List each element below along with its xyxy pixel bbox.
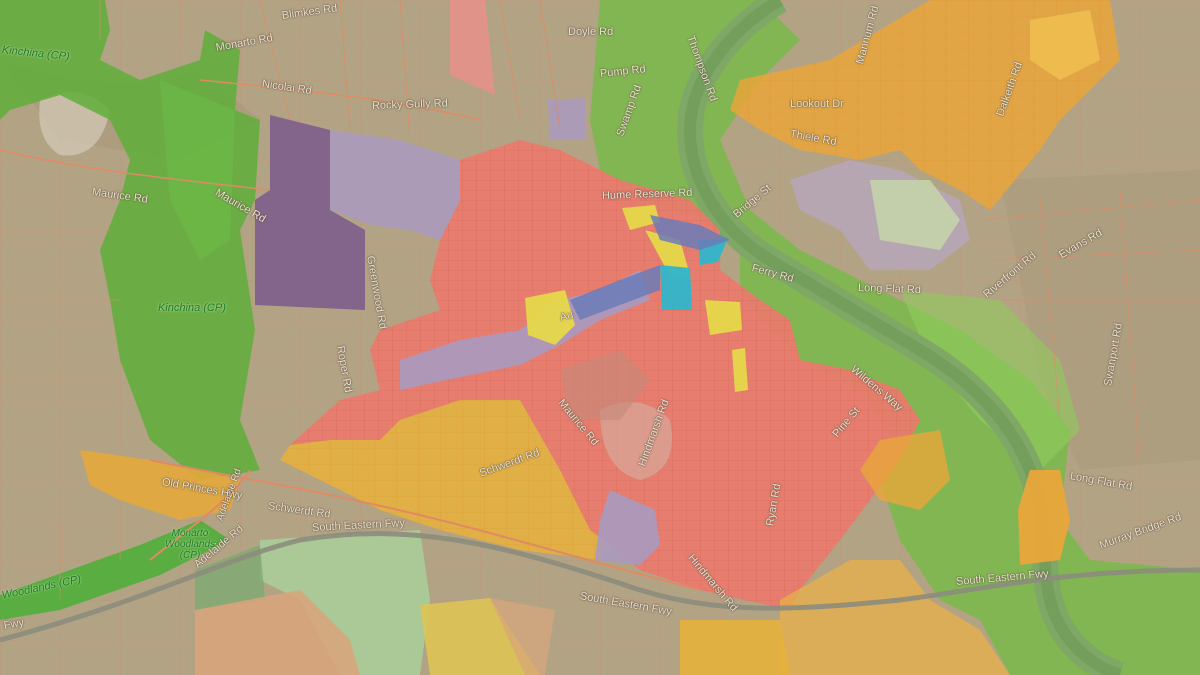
road-label-long-flat: Long Flat Rd <box>857 282 922 297</box>
commercial-zone-1[interactable] <box>660 265 692 310</box>
neighbourhood-zone-river-east[interactable] <box>1018 470 1070 565</box>
park-label-kinchina-south: Kinchina (CP) <box>158 302 226 314</box>
neighbourhood-zone-south-yellow[interactable] <box>680 620 790 675</box>
road-label-doyle: Doyle Rd <box>568 26 614 38</box>
light-industry-zone-north2[interactable] <box>548 98 585 140</box>
road-label-lookout: Lookout Dr <box>790 98 844 110</box>
township-activity-zone-3[interactable] <box>705 300 742 335</box>
park-label-monarto-woodlands: Monarto Woodlands (CP) <box>164 528 216 561</box>
zoning-map[interactable]: Blimkes Rd Monarto Rd Nicolai Rd Rocky G… <box>0 0 1200 675</box>
